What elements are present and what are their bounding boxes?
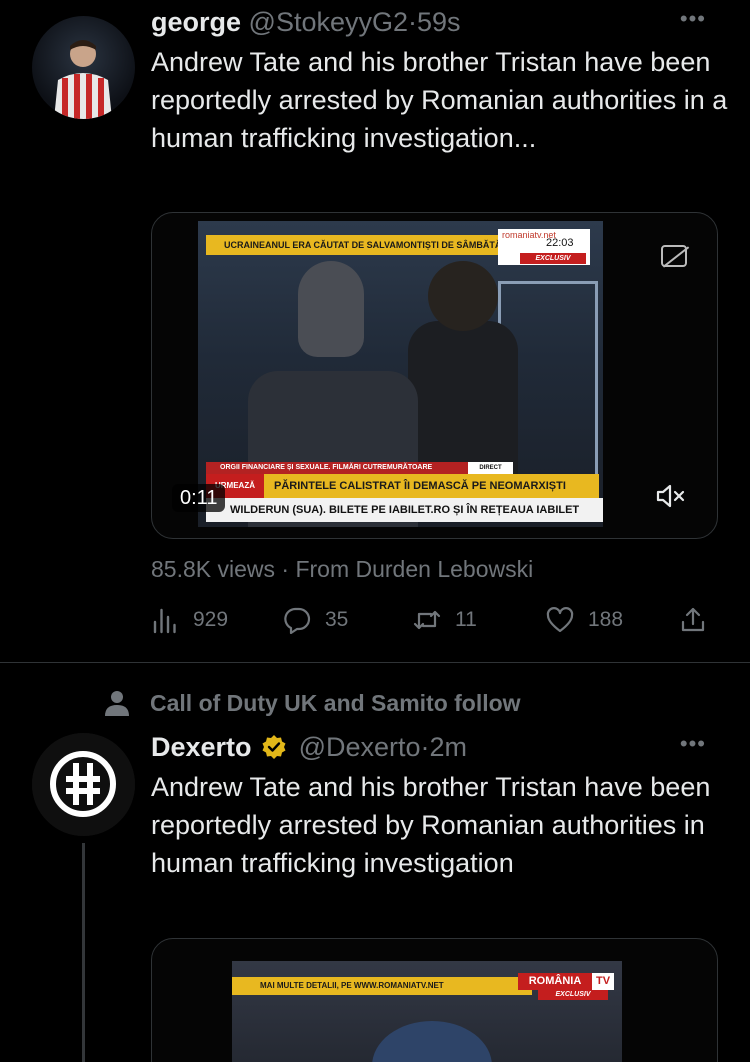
retweet-button[interactable]: 11 bbox=[413, 600, 477, 640]
person-icon bbox=[105, 691, 129, 716]
tv-channel-logo: ROMÂNIA TV EXCLUSIV bbox=[518, 973, 614, 1001]
user-handle[interactable]: @StokeyyG2 bbox=[249, 7, 408, 37]
like-icon bbox=[546, 607, 574, 633]
thread-line bbox=[82, 843, 85, 1062]
avatar-image bbox=[54, 40, 112, 119]
tv-brand: ROMÂNIA bbox=[518, 973, 592, 990]
timestamp[interactable]: 2m bbox=[430, 732, 468, 762]
views-button[interactable]: 929 bbox=[151, 600, 228, 640]
video-scene-balaclava bbox=[298, 261, 364, 357]
tv-direct-badge: DIRECT bbox=[468, 462, 513, 474]
tweet-george[interactable]: george @StokeyyG2·59s ••• Andrew Tate an… bbox=[0, 0, 750, 662]
retweet-icon bbox=[413, 610, 441, 630]
video-scene-officer-head bbox=[428, 261, 498, 331]
tv-exclusive: EXCLUSIV bbox=[520, 253, 586, 264]
tv-lower-third-yellow: PĂRINTELE CALISTRAT ÎI DEMASCĂ PE NEOMAR… bbox=[206, 474, 599, 498]
video-player[interactable]: UCRAINEANUL ERA CĂUTAT DE SALVAMONTIȘTI … bbox=[151, 212, 718, 539]
tweet-actions: 929 35 11 188 bbox=[151, 600, 718, 640]
tweet-header: george @StokeyyG2·59s bbox=[151, 6, 461, 38]
more-icon[interactable]: ••• bbox=[680, 731, 706, 757]
reply-button[interactable]: 35 bbox=[283, 600, 348, 640]
views-count: 929 bbox=[193, 608, 229, 631]
tv-lower-third-white: WILDERUN (SUA). BILETE PE IABILET.RO ȘI … bbox=[206, 498, 603, 522]
display-name[interactable]: george bbox=[151, 7, 241, 37]
mute-icon[interactable] bbox=[655, 483, 687, 509]
share-button[interactable] bbox=[679, 600, 721, 640]
reply-icon bbox=[284, 607, 311, 634]
tweet-text: Andrew Tate and his brother Tristan have… bbox=[151, 47, 728, 153]
user-handle[interactable]: @Dexerto bbox=[299, 732, 421, 762]
social-context-text: Call of Duty UK and Samito follow bbox=[150, 689, 521, 716]
tweet-header: Dexerto @Dexerto·2m bbox=[151, 731, 467, 763]
avatar-dexerto[interactable] bbox=[32, 733, 135, 836]
views-icon bbox=[153, 608, 176, 634]
timestamp[interactable]: 59s bbox=[417, 7, 461, 37]
tv-ticker-top: MAI MULTE DETALII, PE WWW.ROMANIATV.NET bbox=[232, 977, 532, 995]
display-name[interactable]: Dexerto bbox=[151, 732, 252, 762]
tv-brand-suffix: TV bbox=[592, 973, 614, 990]
tv-exclusive: EXCLUSIV bbox=[538, 990, 608, 1000]
tweet-dexerto[interactable]: Call of Duty UK and Samito follow Dexert… bbox=[0, 663, 750, 1062]
social-context[interactable]: Call of Duty UK and Samito follow bbox=[104, 687, 521, 719]
more-icon[interactable]: ••• bbox=[680, 6, 706, 32]
video-frame[interactable]: MAI MULTE DETALII, PE WWW.ROMANIATV.NET … bbox=[232, 961, 622, 1062]
video-frame[interactable]: UCRAINEANUL ERA CĂUTAT DE SALVAMONTIȘTI … bbox=[198, 221, 603, 527]
tv-clock: 22:03 bbox=[546, 237, 574, 249]
video-scene-figure bbox=[372, 1021, 492, 1062]
tv-ticker-top: UCRAINEANUL ERA CĂUTAT DE SALVAMONTIȘTI … bbox=[206, 235, 506, 255]
dexerto-logo-icon bbox=[32, 733, 135, 836]
tv-lower-third-red: ORGII FINANCIARE ȘI SEXUALE. FILMĂRI CUT… bbox=[206, 462, 506, 474]
separator-dot: · bbox=[420, 732, 430, 762]
views-and-source: 85.8K views · From Durden Lebowski bbox=[151, 556, 534, 582]
tv-channel-logo: romaniatv.net 22:03 EXCLUSIV bbox=[498, 229, 590, 265]
tweet-text: Andrew Tate and his brother Tristan have… bbox=[151, 772, 711, 878]
video-player[interactable]: MAI MULTE DETALII, PE WWW.ROMANIATV.NET … bbox=[151, 938, 718, 1062]
like-count: 188 bbox=[588, 608, 624, 631]
share-icon bbox=[681, 607, 705, 632]
captions-off-icon[interactable] bbox=[661, 245, 687, 267]
retweet-count: 11 bbox=[455, 608, 477, 631]
like-button[interactable]: 188 bbox=[546, 600, 623, 640]
verified-badge-icon bbox=[262, 734, 286, 759]
reply-count: 35 bbox=[325, 608, 349, 631]
separator-dot: · bbox=[408, 7, 418, 37]
avatar-george[interactable] bbox=[32, 16, 135, 119]
video-duration: 0:11 bbox=[172, 484, 226, 512]
